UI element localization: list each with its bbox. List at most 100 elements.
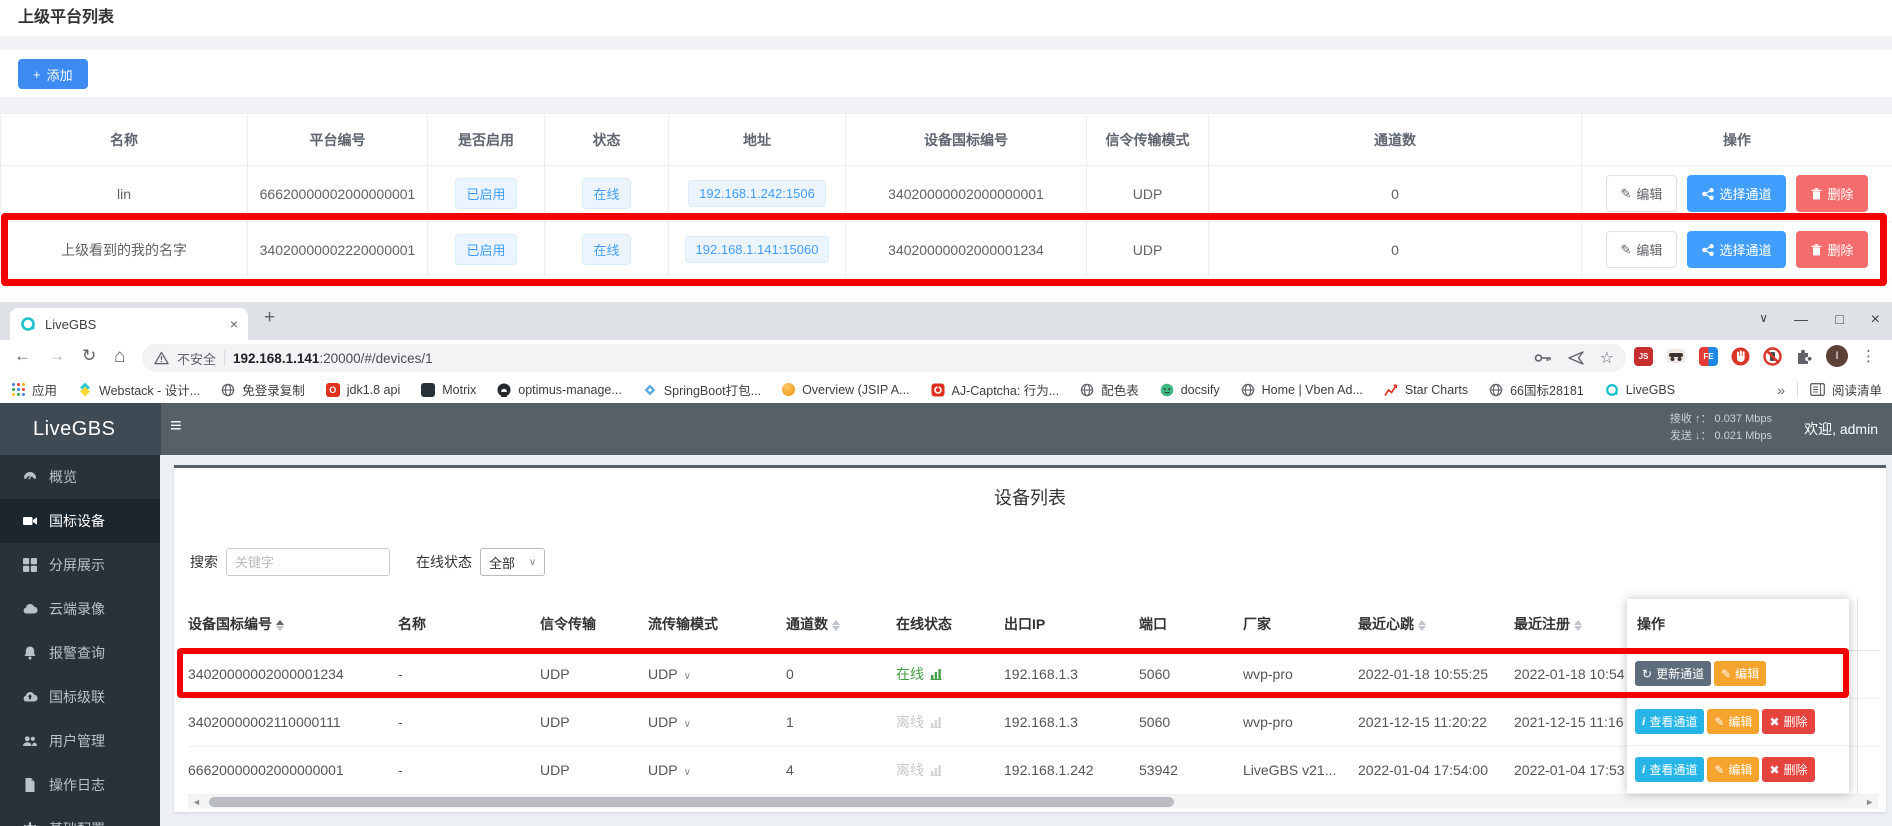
tab-close-icon[interactable]: ×: [230, 316, 238, 332]
globe-icon: [1080, 383, 1094, 397]
chevron-down-icon: ∨: [529, 557, 536, 568]
col-egress-ip: 出口IP: [1004, 599, 1139, 650]
delete-device-button[interactable]: ✖ 删除: [1762, 709, 1814, 734]
bookmark-star-icon[interactable]: ☆: [1600, 348, 1614, 368]
sort-icon: [1418, 620, 1426, 631]
window-close-icon[interactable]: ×: [1871, 311, 1880, 329]
chevron-down-icon[interactable]: ∨: [684, 767, 691, 778]
bookmark-motrix[interactable]: Motrix: [421, 383, 476, 397]
edit-device-button[interactable]: ✎ 编辑: [1714, 661, 1766, 686]
bookmark-apps[interactable]: 应用: [12, 380, 57, 399]
edit-button[interactable]: ✎ 编辑: [1606, 231, 1678, 268]
delete-button[interactable]: 删除: [1796, 175, 1868, 212]
bookmark-overview-jsip[interactable]: Overview (JSIP A...: [782, 383, 909, 397]
search-input[interactable]: [226, 548, 390, 576]
bookmark-optimus[interactable]: optimus-manage...: [497, 383, 622, 397]
add-platform-button[interactable]: + 添加: [18, 59, 88, 89]
select-channel-button[interactable]: 选择通道: [1687, 231, 1786, 268]
sidebar-item-user-management[interactable]: 用户管理: [0, 719, 160, 763]
update-channels-button[interactable]: ↻ 更新通道: [1635, 661, 1711, 686]
edit-button[interactable]: ✎ 编辑: [1606, 175, 1678, 212]
view-channels-button[interactable]: i 查看通道: [1635, 757, 1704, 782]
col-device-id[interactable]: 设备国标编号: [188, 599, 398, 650]
cloud-upload-icon: [22, 689, 38, 705]
password-key-icon[interactable]: [1534, 352, 1552, 364]
bookmark-jdk-api[interactable]: O jdk1.8 api: [326, 383, 401, 397]
browser-menu-icon[interactable]: ⋮: [1861, 347, 1876, 365]
sidebar-item-cloud-recording[interactable]: 云端录像: [0, 587, 160, 631]
scroll-right-icon[interactable]: ►: [1865, 797, 1874, 807]
search-label: 搜索: [190, 552, 218, 572]
col-channels[interactable]: 通道数: [786, 599, 896, 650]
cell-name: -: [398, 650, 540, 698]
pencil-icon: ✎: [1621, 186, 1632, 202]
sidebar-item-basic-config[interactable]: 基础配置: [0, 807, 160, 826]
divider: [1857, 599, 1858, 794]
new-tab-button[interactable]: +: [264, 307, 275, 329]
back-icon[interactable]: ←: [14, 346, 31, 366]
bookmark-webstack[interactable]: Webstack - 设计...: [78, 380, 200, 399]
bookmark-vben-home[interactable]: Home | Vben Ad...: [1241, 383, 1363, 397]
view-channels-button[interactable]: i 查看通道: [1635, 709, 1704, 734]
bookmark-docsify[interactable]: docsify: [1160, 383, 1220, 397]
bookmarks-overflow-icon[interactable]: »: [1777, 382, 1785, 398]
delete-button[interactable]: 删除: [1796, 231, 1868, 268]
bookmark-aj-captcha[interactable]: AJ-Captcha: 行为...: [931, 380, 1060, 399]
extensions-puzzle-icon[interactable]: [1795, 347, 1813, 365]
home-icon[interactable]: ⌂: [114, 346, 125, 368]
edit-device-button[interactable]: ✎ 编辑: [1707, 757, 1759, 782]
bookmark-star-charts[interactable]: Star Charts: [1384, 383, 1468, 397]
bookmark-color-table[interactable]: 配色表: [1080, 380, 1139, 399]
col-registered[interactable]: 最近注册: [1514, 599, 1634, 650]
sidebar-toggle-icon[interactable]: ≡: [170, 415, 182, 438]
cell-heartbeat: 2022-01-04 17:54:00: [1358, 746, 1514, 794]
reload-icon[interactable]: ↻: [82, 346, 96, 366]
stop-hand-extension-icon[interactable]: [1731, 347, 1750, 366]
not-secure-warning-icon: [154, 351, 169, 365]
edit-device-button[interactable]: ✎ 编辑: [1707, 709, 1759, 734]
sidebar-item-gb-devices[interactable]: 国标设备: [0, 499, 160, 543]
sidebar-item-overview[interactable]: 概览: [0, 455, 160, 499]
app-logo[interactable]: LiveGBS: [0, 403, 161, 455]
sidebar-item-alarm-query[interactable]: 报警查询: [0, 631, 160, 675]
select-channel-button[interactable]: 选择通道: [1687, 175, 1786, 212]
security-label[interactable]: 不安全: [177, 349, 216, 368]
platform-row-1: lin 66620000002000000001 已启用 在线 192.168.…: [1, 166, 1892, 222]
delete-device-button[interactable]: ✖ 删除: [1762, 757, 1814, 782]
col-heartbeat[interactable]: 最近心跳: [1358, 599, 1514, 650]
chevron-down-icon[interactable]: ∨: [684, 719, 691, 730]
sidebar-item-operation-log[interactable]: 操作日志: [0, 763, 160, 807]
bookmark-springboot[interactable]: SpringBoot打包...: [643, 380, 761, 399]
scroll-left-icon[interactable]: ◄: [192, 797, 201, 807]
sidebar-item-gb-cascade[interactable]: 国标级联: [0, 675, 160, 719]
sidebar-item-split-screen[interactable]: 分屏展示: [0, 543, 160, 587]
js-extension-icon[interactable]: JS: [1634, 347, 1653, 366]
block-extension-icon[interactable]: [1763, 347, 1782, 366]
springboot-icon: [643, 383, 657, 397]
file-icon: [22, 777, 38, 793]
horizontal-scrollbar[interactable]: ◄ ►: [188, 795, 1878, 809]
trash-icon: [1811, 244, 1822, 256]
browser-tab-livegbs[interactable]: LiveGBS ×: [10, 308, 248, 340]
send-icon[interactable]: [1568, 351, 1584, 365]
profile-avatar[interactable]: I: [1826, 345, 1848, 367]
reading-list-button[interactable]: 阅读清单: [1810, 380, 1882, 399]
pencil-icon: ✎: [1714, 715, 1724, 729]
cell-heartbeat: 2022-01-18 10:55:25: [1358, 650, 1514, 698]
online-status-select[interactable]: 全部 ∨: [480, 548, 545, 576]
forward-icon[interactable]: →: [48, 346, 65, 366]
tab-search-chevron-icon[interactable]: ∨: [1759, 311, 1768, 325]
scrollbar-thumb[interactable]: [209, 797, 1174, 807]
fe-extension-icon[interactable]: FE: [1699, 347, 1718, 366]
bookmark-copy-free[interactable]: 免登录复制: [221, 380, 305, 399]
bookmark-66gb28181[interactable]: 66国标28181: [1489, 380, 1584, 399]
welcome-user[interactable]: 欢迎, admin: [1804, 419, 1878, 439]
window-maximize-icon[interactable]: □: [1836, 311, 1844, 327]
chevron-down-icon[interactable]: ∨: [684, 671, 691, 682]
bar-chart-icon[interactable]: [930, 668, 942, 680]
col-port: 端口: [1139, 599, 1243, 650]
bookmark-livegbs[interactable]: LiveGBS: [1605, 383, 1675, 397]
window-minimize-icon[interactable]: —: [1794, 311, 1808, 327]
incognito-extension-icon[interactable]: [1666, 348, 1686, 364]
address-bar[interactable]: 不安全 192.168.1.141:20000/#/devices/1 ☆: [142, 344, 1626, 372]
